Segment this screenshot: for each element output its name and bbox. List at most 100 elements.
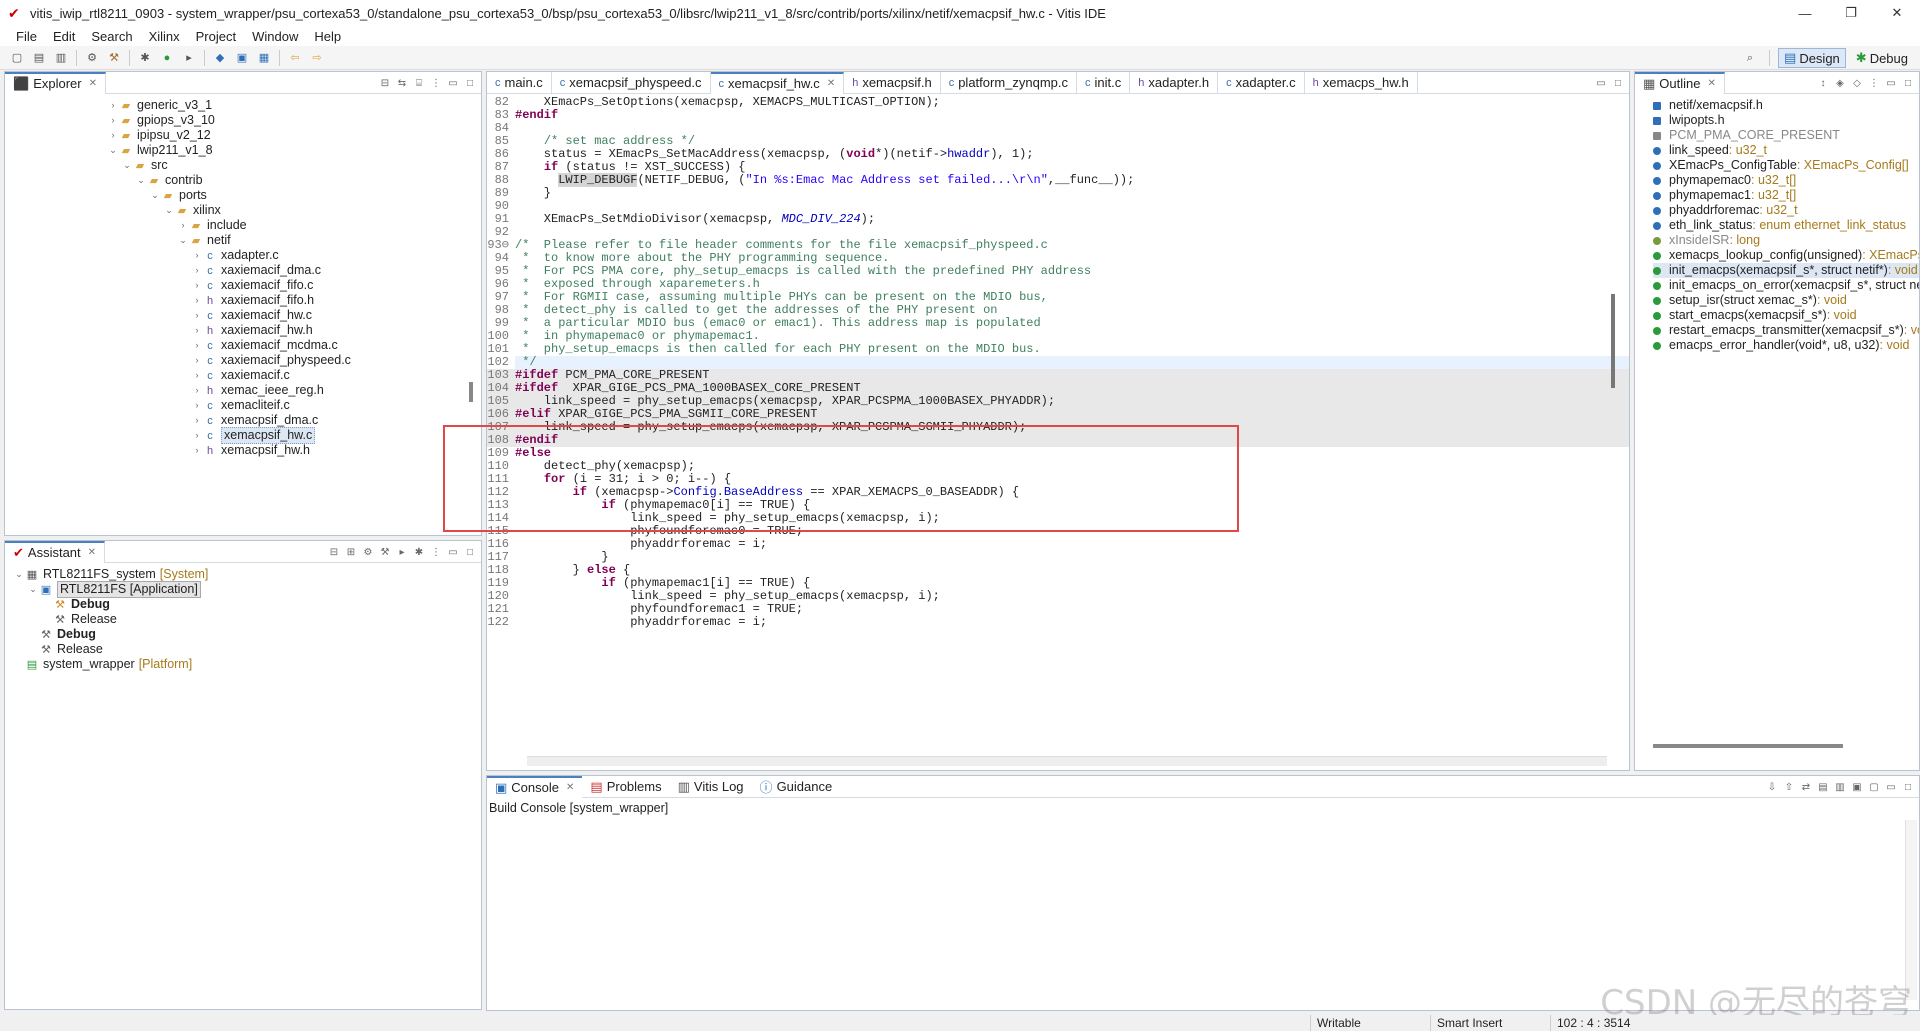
chevron-right-icon[interactable]: › (107, 113, 119, 128)
explorer-item[interactable]: › c xaxiemacif_fifo.c (5, 278, 481, 293)
maximize-icon[interactable]: □ (1901, 782, 1915, 793)
explorer-item[interactable]: › ▰ gpiops_v3_10 (5, 113, 481, 128)
code-line[interactable]: 117 } (487, 551, 1629, 564)
outline-horizontal-scrollbar[interactable] (1653, 744, 1843, 748)
link-editor-icon[interactable]: ⇆ (395, 78, 409, 89)
view-menu-icon[interactable]: ⋮ (429, 78, 443, 89)
design-perspective-button[interactable]: ▤ Design (1778, 48, 1846, 68)
explorer-item[interactable]: › c xaxiemacif_hw.c (5, 308, 481, 323)
outline-item[interactable]: xInsideISR : long (1653, 233, 1919, 248)
chevron-right-icon[interactable]: › (191, 368, 203, 383)
code-line[interactable]: 88 LWIP_DEBUGF(NETIF_DEBUG, ("In %s:Emac… (487, 173, 1629, 187)
outline-item[interactable]: netif/xemacpsif.h (1653, 98, 1919, 113)
status-insert-mode[interactable]: Smart Insert (1430, 1015, 1550, 1031)
run-icon[interactable]: ▸ (395, 547, 409, 558)
outline-item[interactable]: start_emacps(xemacpsif_s*) : void (1653, 308, 1919, 323)
explorer-item[interactable]: › c xaxiemacif_mcdma.c (5, 338, 481, 353)
assistant-item[interactable]: ▤ system_wrapper [Platform] (5, 657, 481, 672)
program-device-icon[interactable]: ◆ (212, 50, 228, 66)
explorer-item[interactable]: › c xaxiemacif.c (5, 368, 481, 383)
tab-explorer[interactable]: ⬛ Explorer ✕ (5, 71, 106, 94)
chevron-down-icon[interactable]: ⌄ (135, 173, 147, 188)
debug-bug-icon[interactable]: ✱ (137, 50, 153, 66)
chevron-down-icon[interactable]: ⌄ (13, 567, 25, 582)
menu-project[interactable]: Project (188, 29, 244, 44)
explorer-scrollbar[interactable] (469, 382, 473, 402)
expand-all-icon[interactable]: ⊞ (344, 547, 358, 558)
minimize-icon[interactable]: ▭ (1884, 782, 1898, 793)
assistant-item[interactable]: ⚒ Debug (5, 627, 481, 642)
restore-button[interactable]: ❐ (1828, 0, 1874, 26)
new-icon[interactable]: ▢ (9, 50, 25, 66)
code-editor[interactable]: 82 XEmacPs_SetOptions(xemacpsp, XEMACPS_… (487, 94, 1629, 629)
hide-static-icon[interactable]: ◇ (1850, 78, 1864, 89)
chevron-right-icon[interactable]: › (191, 278, 203, 293)
editor-tab[interactable]: h xemacpsif.h (844, 71, 941, 94)
code-line[interactable]: 122 phyaddrforemac = i; (487, 616, 1629, 629)
outline-item[interactable]: PCM_PMA_CORE_PRESENT (1653, 128, 1919, 143)
explorer-item[interactable]: › ▰ ipipsu_v2_12 (5, 128, 481, 143)
chevron-right-icon[interactable]: › (191, 443, 203, 458)
tab-assistant[interactable]: ✔ Assistant ✕ (5, 540, 106, 563)
outline-item[interactable]: xemacps_lookup_config(unsigned) : XEmacP… (1653, 248, 1919, 263)
maximize-icon[interactable]: □ (463, 78, 477, 89)
chevron-right-icon[interactable]: › (191, 323, 203, 338)
open-terminal-icon[interactable]: ▦ (256, 50, 272, 66)
close-icon[interactable]: ✕ (88, 547, 96, 558)
outline-item[interactable]: init_emacps(xemacpsif_s*, struct netif*)… (1653, 263, 1919, 278)
collapse-all-icon[interactable]: ⊟ (378, 78, 392, 89)
minimize-icon[interactable]: ▭ (446, 78, 460, 89)
menu-file[interactable]: File (8, 29, 45, 44)
chevron-right-icon[interactable]: › (191, 353, 203, 368)
chevron-down-icon[interactable]: ⌄ (149, 188, 161, 203)
outline-item[interactable]: emacps_error_handler(void*, u8, u32) : v… (1653, 338, 1919, 353)
explorer-item[interactable]: › h xemac_ieee_reg.h (5, 383, 481, 398)
tab-problems[interactable]: ▤ Problems (582, 776, 669, 798)
xsct-console-icon[interactable]: ▣ (234, 50, 250, 66)
tab-log[interactable]: ▥ Vitis Log (670, 776, 752, 798)
outline-item[interactable]: eth_link_status : enum ethernet_link_sta… (1653, 218, 1919, 233)
hide-fields-icon[interactable]: ◈ (1833, 78, 1847, 89)
manage-configs-icon[interactable]: ⚙ (84, 50, 100, 66)
editor-vertical-scrollbar[interactable] (1611, 294, 1615, 388)
editor-tab[interactable]: c init.c (1077, 71, 1131, 94)
outline-item[interactable]: setup_isr(struct xemac_s*) : void (1653, 293, 1919, 308)
search-icon[interactable]: ⌕ (1742, 50, 1758, 66)
menu-xilinx[interactable]: Xilinx (141, 29, 188, 44)
outline-item[interactable]: link_speed : u32_t (1653, 143, 1919, 158)
outline-item[interactable]: phymapemac0 : u32_t[] (1653, 173, 1919, 188)
console-vertical-scrollbar[interactable] (1905, 820, 1917, 1000)
editor-tab[interactable]: h xemacps_hw.h (1305, 71, 1418, 94)
chevron-down-icon[interactable]: ⌄ (177, 233, 189, 248)
explorer-item[interactable]: › ▰ generic_v3_1 (5, 98, 481, 113)
outline-item[interactable]: XEmacPs_ConfigTable : XEmacPs_Config[] (1653, 158, 1919, 173)
assistant-item[interactable]: ⌄ ▣ RTL8211FS [Application] (5, 581, 481, 598)
assistant-item[interactable]: ⌄ ▦ RTL8211FS_system [System] (5, 567, 481, 582)
explorer-item[interactable]: › c xemacpsif_dma.c (5, 413, 481, 428)
explorer-item[interactable]: ⌄ ▰ lwip211_v1_8 (5, 143, 481, 158)
chevron-right-icon[interactable]: › (191, 398, 203, 413)
editor-horizontal-scrollbar[interactable] (527, 756, 1607, 766)
editor-tab[interactable]: c platform_zynqmp.c (941, 71, 1078, 94)
clear-console-icon[interactable]: ▥ (1833, 782, 1847, 793)
close-icon[interactable]: ✕ (827, 78, 835, 89)
save-icon[interactable]: ▤ (31, 50, 47, 66)
chevron-down-icon[interactable]: ⌄ (121, 158, 133, 173)
chevron-right-icon[interactable]: › (191, 293, 203, 308)
code-line[interactable]: 107 link_speed = phy_setup_emacps(xemacp… (487, 421, 1629, 434)
explorer-item[interactable]: › c xemacliteif.c (5, 398, 481, 413)
explorer-item[interactable]: › c xaxiemacif_dma.c (5, 263, 481, 278)
code-line[interactable]: 101 * phy_setup_emacps is then called fo… (487, 343, 1629, 356)
tab-info[interactable]: ⓘ Guidance (752, 776, 841, 798)
editor-tab[interactable]: c xadapter.c (1218, 71, 1305, 94)
close-icon[interactable]: ✕ (89, 78, 97, 89)
explorer-item[interactable]: › c xadapter.c (5, 248, 481, 263)
forward-icon[interactable]: ⇨ (309, 50, 325, 66)
editor-tab[interactable]: c xemacpsif_physpeed.c (552, 71, 711, 94)
menu-help[interactable]: Help (306, 29, 349, 44)
outline-item[interactable]: phyaddrforemac : u32_t (1653, 203, 1919, 218)
assistant-item[interactable]: ⚒ Release (5, 612, 481, 627)
editor-tab[interactable]: h xadapter.h (1130, 71, 1219, 94)
tab-outline[interactable]: ▦ Outline ✕ (1635, 71, 1725, 94)
chevron-down-icon[interactable]: ⌄ (27, 582, 39, 597)
